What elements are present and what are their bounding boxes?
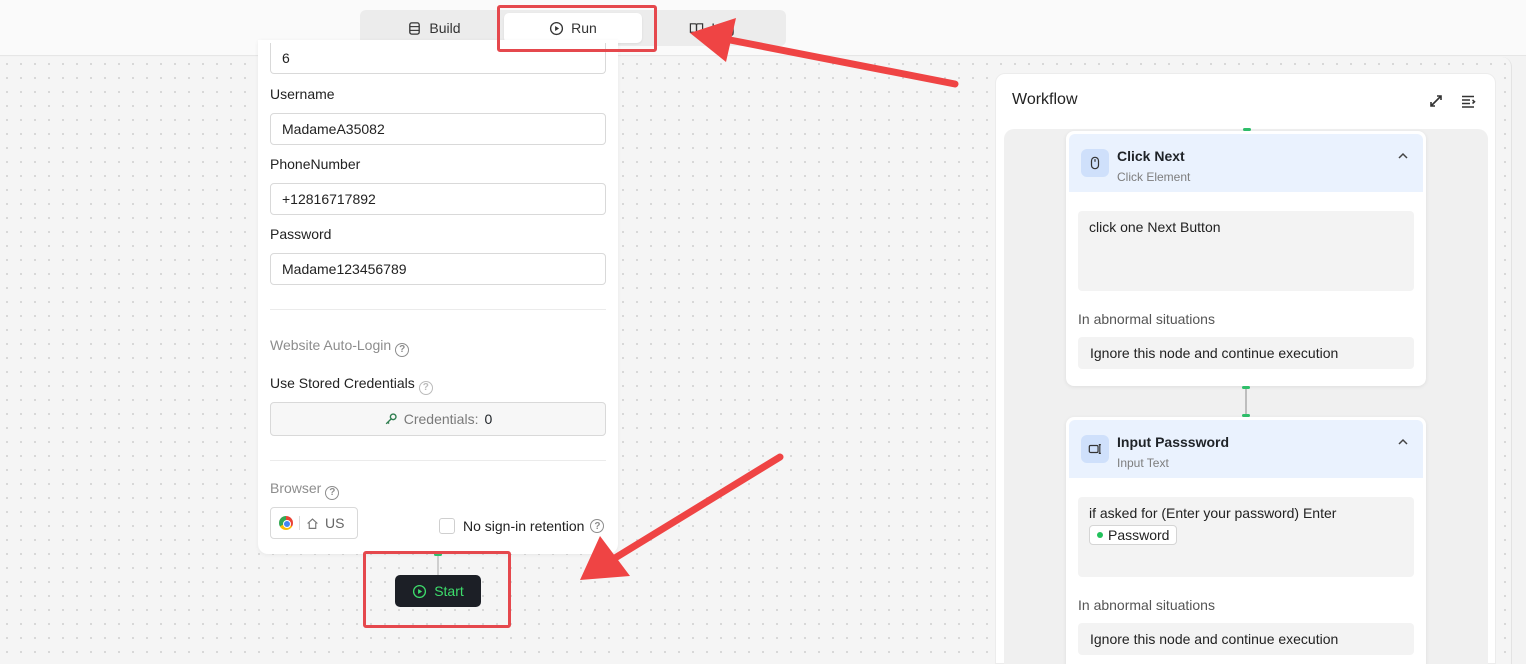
stored-credentials-label: Use Stored Credentials? — [270, 375, 433, 395]
credentials-count: 0 — [484, 411, 493, 427]
abnormal-option-value: Ignore this node and continue execution — [1090, 631, 1339, 647]
no-signin-retention-checkbox[interactable] — [439, 518, 455, 534]
node-subtitle: Click Element — [1117, 170, 1191, 184]
abnormal-option-value: Ignore this node and continue execution — [1090, 345, 1339, 361]
keyboard-input-icon — [1088, 444, 1101, 454]
chevron-up-icon[interactable] — [1397, 150, 1409, 162]
phone-input[interactable]: +12816717892 — [270, 183, 606, 215]
abnormal-label: In abnormal situations — [1078, 311, 1215, 327]
tab-log-label: Log — [711, 20, 735, 36]
node-title: Click Next — [1117, 148, 1185, 164]
node-subtitle: Input Text — [1117, 456, 1169, 470]
start-button[interactable]: Start — [395, 575, 481, 607]
credentials-button[interactable]: Credentials: 0 — [270, 402, 606, 436]
node-icon — [1081, 435, 1109, 463]
abnormal-option-select[interactable]: Ignore this node and continue execution — [1078, 623, 1414, 655]
node-title: Input Passsword — [1117, 434, 1230, 450]
node-instruction-text: click one Next Button — [1089, 219, 1221, 235]
build-icon — [409, 21, 421, 35]
password-value: Madame123456789 — [282, 261, 407, 277]
password-label: Password — [270, 226, 332, 242]
auto-login-text: Website Auto-Login — [270, 337, 392, 353]
tab-run[interactable]: Run — [504, 13, 642, 43]
variable-dot — [1097, 532, 1103, 538]
top-bar: Build Run Log — [0, 0, 1526, 56]
stored-credentials-text: Use Stored Credentials — [270, 375, 415, 391]
mouse-icon — [1090, 156, 1100, 170]
browser-region: US — [325, 515, 345, 531]
outline-list-icon[interactable] — [1460, 93, 1476, 109]
username-value: MadameA35082 — [282, 121, 385, 137]
connector-handle — [1242, 386, 1250, 389]
node-header[interactable]: Click Next Click Element — [1069, 134, 1423, 192]
top-value-input[interactable]: 6 — [270, 43, 606, 74]
abnormal-option-select[interactable]: Ignore this node and continue execution — [1078, 337, 1414, 369]
browser-selector[interactable]: US — [270, 507, 358, 539]
expand-icon[interactable] — [1428, 93, 1444, 109]
node-connector — [437, 555, 439, 575]
chevron-up-icon[interactable] — [1397, 436, 1409, 448]
no-signin-retention-label: No sign-in retention — [463, 518, 585, 534]
divider — [270, 460, 606, 461]
play-circle-icon — [413, 584, 427, 598]
start-button-label: Start — [434, 583, 464, 599]
help-icon[interactable]: ? — [325, 485, 340, 500]
browser-label: Browser? — [270, 480, 340, 500]
tab-build-label: Build — [429, 20, 461, 36]
auto-login-label: Website Auto-Login? — [270, 337, 410, 357]
top-value-text: 6 — [282, 50, 290, 66]
connector-handle — [434, 553, 442, 556]
tab-build[interactable]: Build — [366, 13, 502, 43]
tab-log[interactable]: Log — [644, 13, 780, 43]
password-input[interactable]: Madame123456789 — [270, 253, 606, 285]
play-circle-icon — [550, 21, 564, 35]
key-icon — [385, 413, 397, 425]
node-connector — [1245, 388, 1247, 416]
browser-label-text: Browser — [270, 480, 322, 496]
username-label: Username — [270, 86, 335, 102]
node-instruction[interactable]: click one Next Button — [1078, 211, 1414, 291]
variable-name: Password — [1108, 527, 1170, 543]
help-icon[interactable]: ? — [395, 342, 410, 357]
phone-label: PhoneNumber — [270, 156, 361, 172]
workflow-node-input-password[interactable]: Input Passsword Input Text if asked for … — [1066, 417, 1426, 664]
divider — [270, 309, 606, 310]
abnormal-label: In abnormal situations — [1078, 597, 1215, 613]
chrome-icon — [279, 516, 293, 530]
tab-run-label: Run — [571, 20, 597, 36]
no-signin-retention-row: No sign-in retention ? — [439, 518, 605, 534]
node-instruction-text: if asked for (Enter your password) Enter — [1089, 505, 1337, 521]
username-input[interactable]: MadameA35082 — [270, 113, 606, 145]
variable-tag[interactable]: Password — [1089, 525, 1178, 545]
workflow-node-click-next[interactable]: Click Next Click Element click one Next … — [1066, 131, 1426, 386]
node-icon — [1081, 149, 1109, 177]
book-icon — [690, 22, 704, 33]
node-header[interactable]: Input Passsword Input Text — [1069, 420, 1423, 478]
credentials-label: Credentials: — [403, 411, 479, 427]
node-instruction[interactable]: if asked for (Enter your password) Enter… — [1078, 497, 1414, 577]
help-icon[interactable]: ? — [418, 380, 433, 395]
workflow-title: Workflow — [1012, 91, 1078, 108]
help-icon[interactable]: ? — [590, 519, 605, 533]
separator — [299, 516, 300, 530]
phone-value: +12816717892 — [282, 191, 376, 207]
home-icon — [307, 517, 318, 529]
